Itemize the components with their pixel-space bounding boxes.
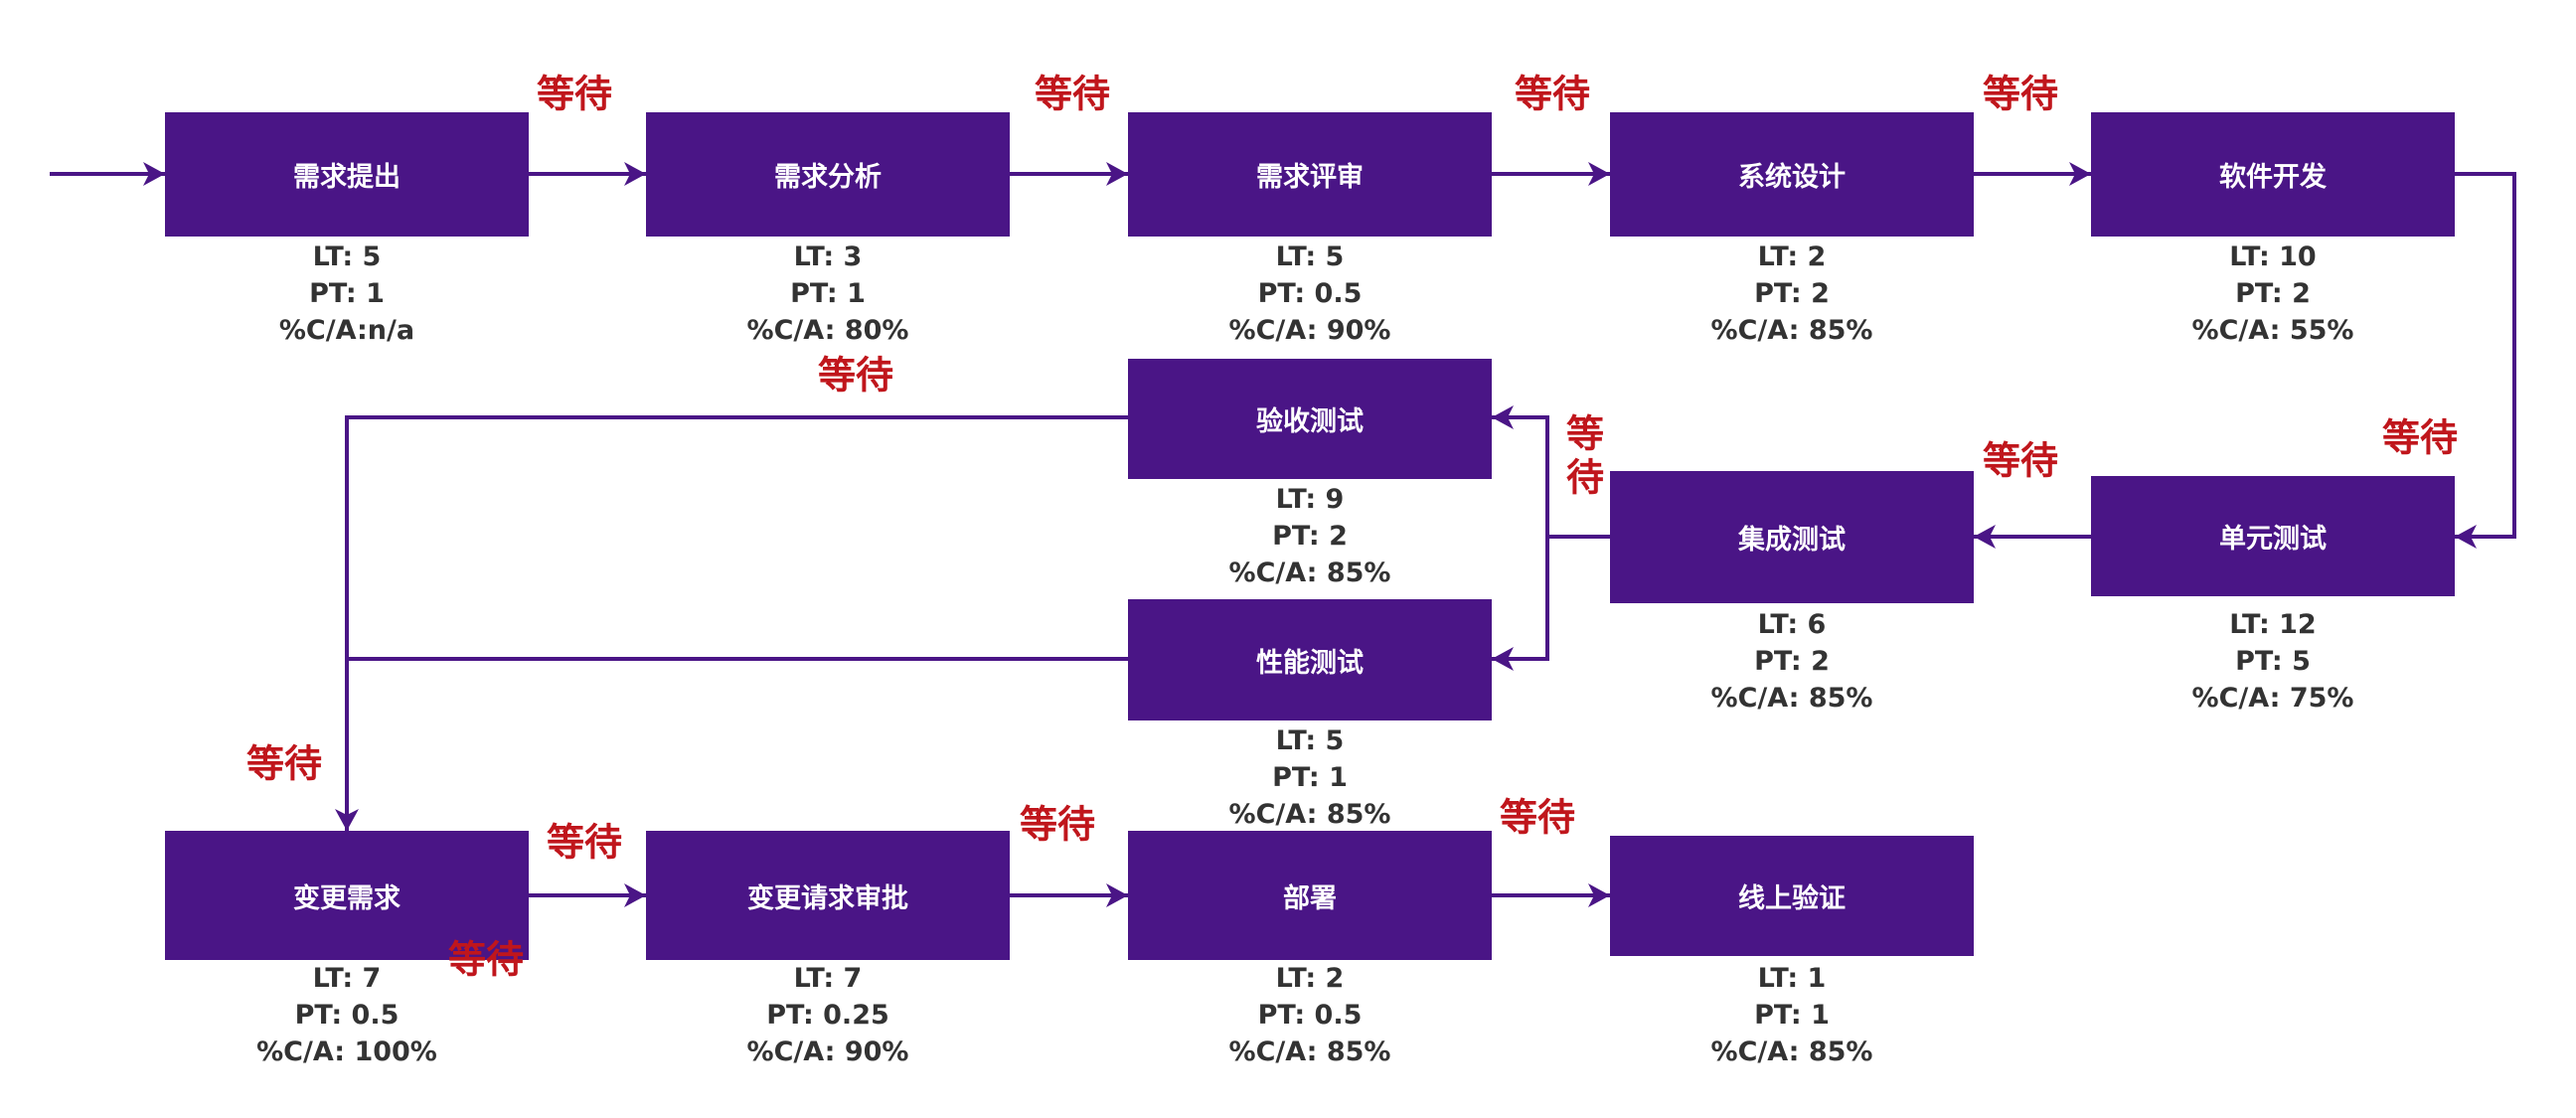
wait-label: 等待 <box>1499 795 1576 840</box>
step-integration-test[interactable]: 集成测试 <box>1610 471 1974 603</box>
step-label: 性能测试 <box>1256 647 1364 679</box>
process-time: PT: 1 <box>1272 762 1348 793</box>
step-label: 软件开发 <box>2219 162 2327 193</box>
wait-label: 等待 <box>817 353 894 398</box>
process-time: PT: 2 <box>1272 521 1348 552</box>
complete-accurate: %C/A: 85% <box>1228 799 1391 830</box>
wait-label: 等待 <box>447 937 525 982</box>
complete-accurate: %C/A: 90% <box>746 1037 909 1067</box>
lead-time: LT: 1 <box>1757 963 1827 994</box>
step-label: 集成测试 <box>1738 525 1846 556</box>
process-time: PT: 5 <box>2235 646 2311 677</box>
step-label: 线上验证 <box>1738 883 1846 914</box>
lead-time: LT: 10 <box>2229 241 2317 272</box>
process-time: PT: 1 <box>309 278 385 309</box>
process-time: PT: 2 <box>1754 646 1830 677</box>
wait-label: 等待 <box>1514 72 1591 116</box>
wait-label: 等待 <box>1982 72 2059 116</box>
metrics-requirement-review: LT: 5 PT: 0.5 %C/A: 90% <box>1128 239 1492 349</box>
lead-time: LT: 5 <box>1275 241 1345 272</box>
process-time: PT: 0.25 <box>766 1000 889 1031</box>
complete-accurate: %C/A: 85% <box>1228 1037 1391 1067</box>
metrics-online-verification: LT: 1 PT: 1 %C/A: 85% <box>1610 960 1974 1070</box>
step-acceptance-test[interactable]: 验收测试 <box>1128 359 1492 479</box>
wait-label: 等待 <box>546 820 623 865</box>
step-unit-test[interactable]: 单元测试 <box>2091 476 2455 596</box>
metrics-performance-test: LT: 5 PT: 1 %C/A: 85% <box>1128 722 1492 833</box>
step-label: 单元测试 <box>2219 524 2327 555</box>
step-label: 变更请求审批 <box>747 882 908 914</box>
step-requirement-proposal[interactable]: 需求提出 <box>165 112 529 237</box>
complete-accurate: %C/A: 90% <box>1228 315 1391 346</box>
wait-label: 等待 <box>1019 802 1096 847</box>
arrow-5-6 <box>2455 172 2516 549</box>
wait-label: 等待 <box>1559 413 1604 501</box>
line-from-acceptance <box>335 415 1128 831</box>
lead-time: LT: 12 <box>2229 609 2317 640</box>
step-label: 需求提出 <box>293 162 401 193</box>
complete-accurate: %C/A: 75% <box>2191 683 2354 714</box>
lead-time: LT: 9 <box>1275 484 1345 515</box>
step-online-verification[interactable]: 线上验证 <box>1610 836 1974 956</box>
metrics-unit-test: LT: 12 PT: 5 %C/A: 75% <box>2091 606 2455 717</box>
process-time: PT: 0.5 <box>294 1000 400 1031</box>
metrics-change-approval: LT: 7 PT: 0.25 %C/A: 90% <box>646 960 1010 1070</box>
metrics-deploy: LT: 2 PT: 0.5 %C/A: 85% <box>1128 960 1492 1070</box>
complete-accurate: %C/A: 85% <box>1710 683 1873 714</box>
wait-label: 等待 <box>1982 438 2059 483</box>
step-software-development[interactable]: 软件开发 <box>2091 112 2455 237</box>
metrics-integration-test: LT: 6 PT: 2 %C/A: 85% <box>1610 606 1974 717</box>
complete-accurate: %C/A: 85% <box>1228 558 1391 588</box>
lead-time: LT: 2 <box>1275 963 1345 994</box>
lead-time: LT: 7 <box>793 963 863 994</box>
lead-time: LT: 3 <box>793 241 863 272</box>
process-time: PT: 2 <box>2235 278 2311 309</box>
step-label: 部署 <box>1283 882 1337 914</box>
step-label: 系统设计 <box>1738 162 1846 193</box>
step-change-approval[interactable]: 变更请求审批 <box>646 831 1010 960</box>
complete-accurate: %C/A: 100% <box>256 1037 437 1067</box>
step-performance-test[interactable]: 性能测试 <box>1128 599 1492 720</box>
complete-accurate: %C/A: 55% <box>2191 315 2354 346</box>
step-deploy[interactable]: 部署 <box>1128 831 1492 960</box>
complete-accurate: %C/A: 85% <box>1710 315 1873 346</box>
wait-label: 等待 <box>536 72 613 116</box>
metrics-requirement-proposal: LT: 5 PT: 1 %C/A:n/a <box>165 239 529 349</box>
wait-label: 等待 <box>1034 72 1111 116</box>
step-requirement-review[interactable]: 需求评审 <box>1128 112 1492 237</box>
step-label: 需求分析 <box>774 162 882 193</box>
metrics-system-design: LT: 2 PT: 2 %C/A: 85% <box>1610 239 1974 349</box>
process-time: PT: 0.5 <box>1257 1000 1363 1031</box>
metrics-software-development: LT: 10 PT: 2 %C/A: 55% <box>2091 239 2455 349</box>
metrics-acceptance-test: LT: 9 PT: 2 %C/A: 85% <box>1128 481 1492 591</box>
step-label: 变更需求 <box>293 882 401 914</box>
metrics-requirement-analysis: LT: 3 PT: 1 %C/A: 80% <box>646 239 1010 349</box>
arrow-to-acceptance <box>1492 405 1549 659</box>
lead-time: LT: 6 <box>1757 609 1827 640</box>
process-time: PT: 2 <box>1754 278 1830 309</box>
lead-time: LT: 2 <box>1757 241 1827 272</box>
complete-accurate: %C/A:n/a <box>278 315 415 346</box>
step-requirement-analysis[interactable]: 需求分析 <box>646 112 1010 237</box>
process-time: PT: 0.5 <box>1257 278 1363 309</box>
step-label: 需求评审 <box>1256 162 1364 193</box>
step-label: 验收测试 <box>1256 406 1364 437</box>
process-time: PT: 1 <box>790 278 866 309</box>
wait-label: 等待 <box>2381 415 2459 460</box>
complete-accurate: %C/A: 80% <box>746 315 909 346</box>
step-system-design[interactable]: 系统设计 <box>1610 112 1974 237</box>
complete-accurate: %C/A: 85% <box>1710 1037 1873 1067</box>
process-time: PT: 1 <box>1754 1000 1830 1031</box>
lead-time: LT: 5 <box>312 241 382 272</box>
wait-label: 等待 <box>245 741 323 786</box>
arrow-to-performance <box>1492 537 1549 671</box>
lead-time: LT: 5 <box>1275 725 1345 756</box>
